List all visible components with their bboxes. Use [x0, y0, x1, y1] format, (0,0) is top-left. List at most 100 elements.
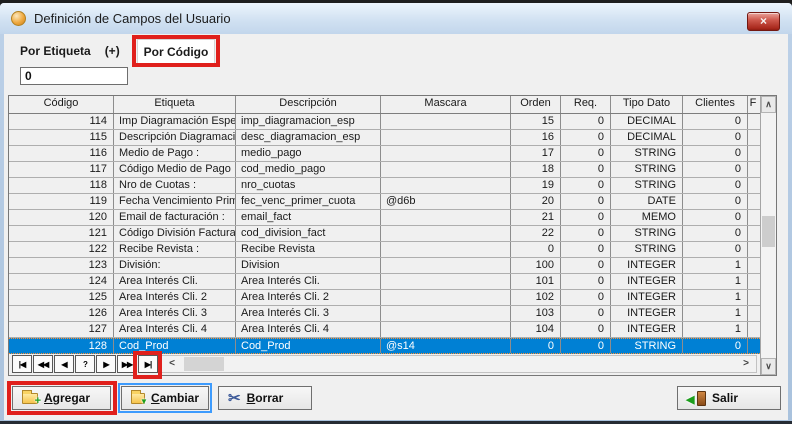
cell-codigo: 124 [9, 274, 114, 289]
table-row[interactable]: 117Código Medio de Pago :cod_medio_pago1… [9, 162, 776, 178]
cell-descripcion: Area Interés Cli. 2 [236, 290, 381, 305]
cell-codigo: 119 [9, 194, 114, 209]
table-row[interactable]: 127Area Interés Cli. 4Area Interés Cli. … [9, 322, 776, 338]
column-header-codigo[interactable]: Código [9, 96, 114, 113]
cell-etiqueta: Area Interés Cli. 3 [114, 306, 236, 321]
cell-orden: 22 [511, 226, 561, 241]
cell-codigo: 121 [9, 226, 114, 241]
tab-por-etiqueta[interactable]: Por Etiqueta (+) [20, 44, 120, 58]
cell-req: 0 [561, 322, 611, 337]
annotation-box-nav-last [133, 351, 162, 379]
table-row[interactable]: 115Descripción Diagramaciódesc_diagramac… [9, 130, 776, 146]
cell-clientes: 1 [683, 274, 748, 289]
cell-codigo: 118 [9, 178, 114, 193]
scroll-right-icon[interactable]: > [738, 356, 754, 372]
column-header-partial[interactable]: F [748, 96, 758, 113]
cell-partial [748, 322, 758, 337]
table-row[interactable]: 120Email de facturación :email_fact210ME… [9, 210, 776, 226]
salir-button[interactable]: ◀ Salir [677, 386, 781, 410]
scroll-up-icon[interactable]: ∧ [761, 96, 776, 113]
cell-descripcion: Cod_Prod [236, 339, 381, 353]
cell-tipo_dato: DECIMAL [611, 130, 683, 145]
cell-descripcion: cod_medio_pago [236, 162, 381, 177]
cell-mascara [381, 210, 511, 225]
cell-descripcion: Area Interés Cli. 4 [236, 322, 381, 337]
cambiar-button[interactable]: ▼ Cambiar [121, 386, 209, 410]
cell-partial [748, 226, 758, 241]
column-header-etiqueta[interactable]: Etiqueta [114, 96, 236, 113]
column-header-req[interactable]: Req. [561, 96, 611, 113]
fields-grid: CódigoEtiquetaDescripciónMascaraOrdenReq… [8, 95, 777, 376]
cell-mascara [381, 146, 511, 161]
salir-label: Salir [712, 391, 738, 405]
cell-orden: 100 [511, 258, 561, 273]
cell-req: 0 [561, 242, 611, 257]
cell-partial [748, 178, 758, 193]
table-row[interactable]: 116Medio de Pago :medio_pago170STRING0 [9, 146, 776, 162]
horizontal-scrollbar[interactable]: < > [161, 355, 757, 373]
tab-por-etiqueta-label: Por Etiqueta [20, 44, 91, 58]
close-button[interactable]: × [747, 12, 780, 31]
horizontal-scrollbar-thumb[interactable] [184, 357, 224, 371]
column-header-tipo_dato[interactable]: Tipo Dato [611, 96, 683, 113]
scroll-down-icon[interactable]: ∨ [761, 358, 776, 375]
cell-orden: 102 [511, 290, 561, 305]
vertical-scrollbar[interactable]: ∧ ∨ [760, 96, 776, 375]
column-header-clientes[interactable]: Clientes [683, 96, 748, 113]
cell-descripcion: Area Interés Cli. 3 [236, 306, 381, 321]
cell-partial [748, 130, 758, 145]
scroll-left-icon[interactable]: < [164, 356, 180, 372]
titlebar[interactable]: Definición de Campos del Usuario × [0, 3, 792, 34]
cell-req: 0 [561, 290, 611, 305]
tab-por-etiqueta-plus[interactable]: (+) [105, 44, 120, 58]
table-row[interactable]: 118Nro de Cuotas :nro_cuotas190STRING0 [9, 178, 776, 194]
cell-req: 0 [561, 162, 611, 177]
nav-prev-button[interactable]: ◀ [54, 355, 74, 373]
nav-fast-prev-button[interactable]: ◀◀ [33, 355, 53, 373]
column-header-descripcion[interactable]: Descripción [236, 96, 381, 113]
cell-orden: 103 [511, 306, 561, 321]
cell-clientes: 0 [683, 242, 748, 257]
table-row[interactable]: 126Area Interés Cli. 3Area Interés Cli. … [9, 306, 776, 322]
grid-bottom-strip: |◀◀◀◀?▶▶▶▶| < > [9, 354, 760, 374]
column-header-orden[interactable]: Orden [511, 96, 561, 113]
nav-next-button[interactable]: ▶ [96, 355, 116, 373]
exit-arrow-glyph: ◀ [686, 393, 694, 406]
cell-clientes: 1 [683, 290, 748, 305]
table-row[interactable]: 119Fecha Vencimiento Primfec_venc_primer… [9, 194, 776, 210]
column-header-mascara[interactable]: Mascara [381, 96, 511, 113]
annotation-box-por-codigo [132, 35, 220, 67]
cell-mascara [381, 258, 511, 273]
table-row[interactable]: 122Recibe Revista :Recibe Revista00STRIN… [9, 242, 776, 258]
cell-etiqueta: Código División Facturac [114, 226, 236, 241]
table-row[interactable]: 124Area Interés Cli.Area Interés Cli.101… [9, 274, 776, 290]
cell-partial [748, 194, 758, 209]
table-row[interactable]: 128Cod_ProdCod_Prod@s1400STRING0 [9, 338, 776, 354]
cell-codigo: 117 [9, 162, 114, 177]
borrar-button[interactable]: ✂ Borrar [218, 386, 312, 410]
cell-clientes: 0 [683, 178, 748, 193]
nav-first-button[interactable]: |◀ [12, 355, 32, 373]
table-row[interactable]: 125Area Interés Cli. 2Area Interés Cli. … [9, 290, 776, 306]
cell-partial [748, 306, 758, 321]
table-row[interactable]: 114Imp Diagramación Especimp_diagramacio… [9, 114, 776, 130]
cell-tipo_dato: INTEGER [611, 306, 683, 321]
cell-partial [748, 162, 758, 177]
nav-search-button[interactable]: ? [75, 355, 95, 373]
cell-etiqueta: Email de facturación : [114, 210, 236, 225]
code-filter-input[interactable] [20, 67, 128, 85]
cell-etiqueta: Imp Diagramación Espec [114, 114, 236, 129]
cell-mascara [381, 162, 511, 177]
cell-orden: 0 [511, 242, 561, 257]
vertical-scrollbar-thumb[interactable] [762, 216, 775, 247]
cell-tipo_dato: STRING [611, 226, 683, 241]
cell-orden: 101 [511, 274, 561, 289]
cell-descripcion: imp_diagramacion_esp [236, 114, 381, 129]
cell-etiqueta: Código Medio de Pago : [114, 162, 236, 177]
table-row[interactable]: 121Código División Facturaccod_division_… [9, 226, 776, 242]
cell-descripcion: Recibe Revista [236, 242, 381, 257]
cell-req: 0 [561, 258, 611, 273]
door-panel [697, 391, 706, 406]
cell-codigo: 123 [9, 258, 114, 273]
table-row[interactable]: 123División:Division1000INTEGER1 [9, 258, 776, 274]
